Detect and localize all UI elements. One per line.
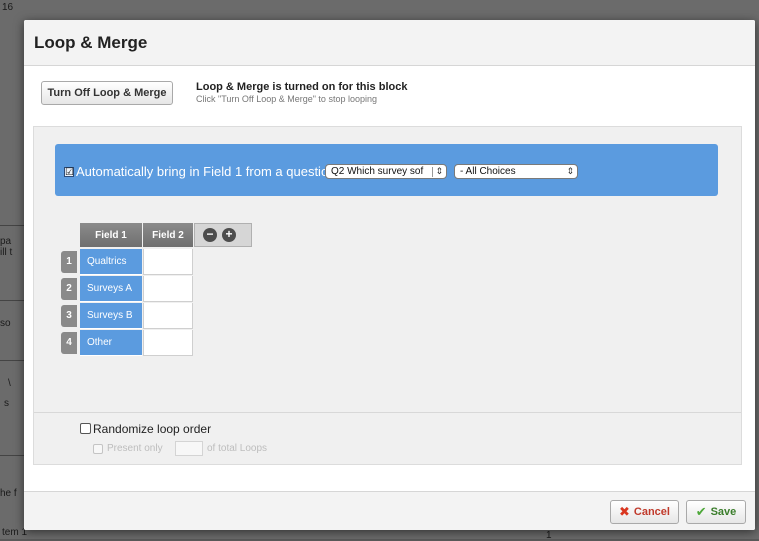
save-button[interactable]: ✔ Save [686,500,746,524]
present-only-checkbox[interactable] [93,444,103,454]
background-text: s [4,398,9,409]
choices-select-value: - All Choices [460,166,516,177]
present-only-label: Present only [107,443,163,454]
cancel-label: Cancel [633,506,670,518]
select-separator [432,167,433,177]
background-divider [0,360,24,361]
table-cell-field-1[interactable]: Qualtrics [80,249,142,275]
minus-circle-icon[interactable]: − [203,228,217,242]
auto-bring-checkbox[interactable]: ☑ [64,167,74,178]
background-text: 16 [2,2,14,13]
row-number: 3 [61,305,77,327]
status-hint: Click "Turn Off Loop & Merge" to stop lo… [196,94,377,104]
column-tools: − + [194,223,252,247]
loop-merge-dialog: Loop & Merge Turn Off Loop & Merge Loop … [24,20,755,530]
dialog-title: Loop & Merge [34,33,148,52]
question-select[interactable]: Q2 Which survey sof ⇕ [325,164,447,179]
choices-select[interactable]: - All Choices ⇕ [454,164,578,179]
loop-config-panel: ☑ Automatically bring in Field 1 from a … [33,126,742,465]
select-arrows-icon: ⇕ [435,166,443,176]
dialog-header: Loop & Merge [24,20,755,66]
background-text: so [0,318,11,329]
dialog-footer: ✖ Cancel ✔ Save [24,491,755,530]
auto-bring-label: Automatically bring in Field 1 from a qu… [76,164,340,179]
status-title: Loop & Merge is turned on for this block [196,81,408,93]
select-arrows-icon: ⇕ [566,166,574,176]
table-cell-field-1[interactable]: Surveys B [80,303,142,329]
background-divider [0,455,24,456]
turn-off-loop-merge-button[interactable]: Turn Off Loop & Merge [41,81,173,105]
auto-bring-bar: ☑ Automatically bring in Field 1 from a … [55,144,718,196]
background-divider [0,225,24,226]
row-number: 1 [61,251,77,273]
row-number: 2 [61,278,77,300]
table-cell-field-2[interactable] [143,249,193,275]
plus-circle-icon[interactable]: + [222,228,236,242]
table-cell-field-1[interactable]: Surveys A [80,276,142,302]
row-number: 4 [61,332,77,354]
randomize-checkbox[interactable] [80,423,91,434]
column-header-field-1: Field 1 [80,223,142,247]
checkmark-icon: ✔ [695,504,707,519]
save-label: Save [710,506,737,518]
background-text: 1 [546,530,552,541]
section-divider [34,412,741,413]
background-text: pa [0,236,12,247]
background-text: he f [0,488,17,499]
table-cell-field-2[interactable] [143,330,193,356]
column-header-field-2: Field 2 [143,223,193,247]
question-select-value: Q2 Which survey sof [331,166,424,177]
background-text: \ [8,378,11,389]
cancel-button[interactable]: ✖ Cancel [610,500,679,524]
table-cell-field-1[interactable]: Other [80,330,142,356]
background-divider [0,300,24,301]
close-x-icon: ✖ [619,504,630,519]
table-cell-field-2[interactable] [143,276,193,302]
total-loops-label: of total Loops [207,443,268,454]
randomize-label: Randomize loop order [93,422,212,436]
present-only-count-input[interactable] [175,441,203,456]
background-text: ill t [0,247,13,258]
table-cell-field-2[interactable] [143,303,193,329]
